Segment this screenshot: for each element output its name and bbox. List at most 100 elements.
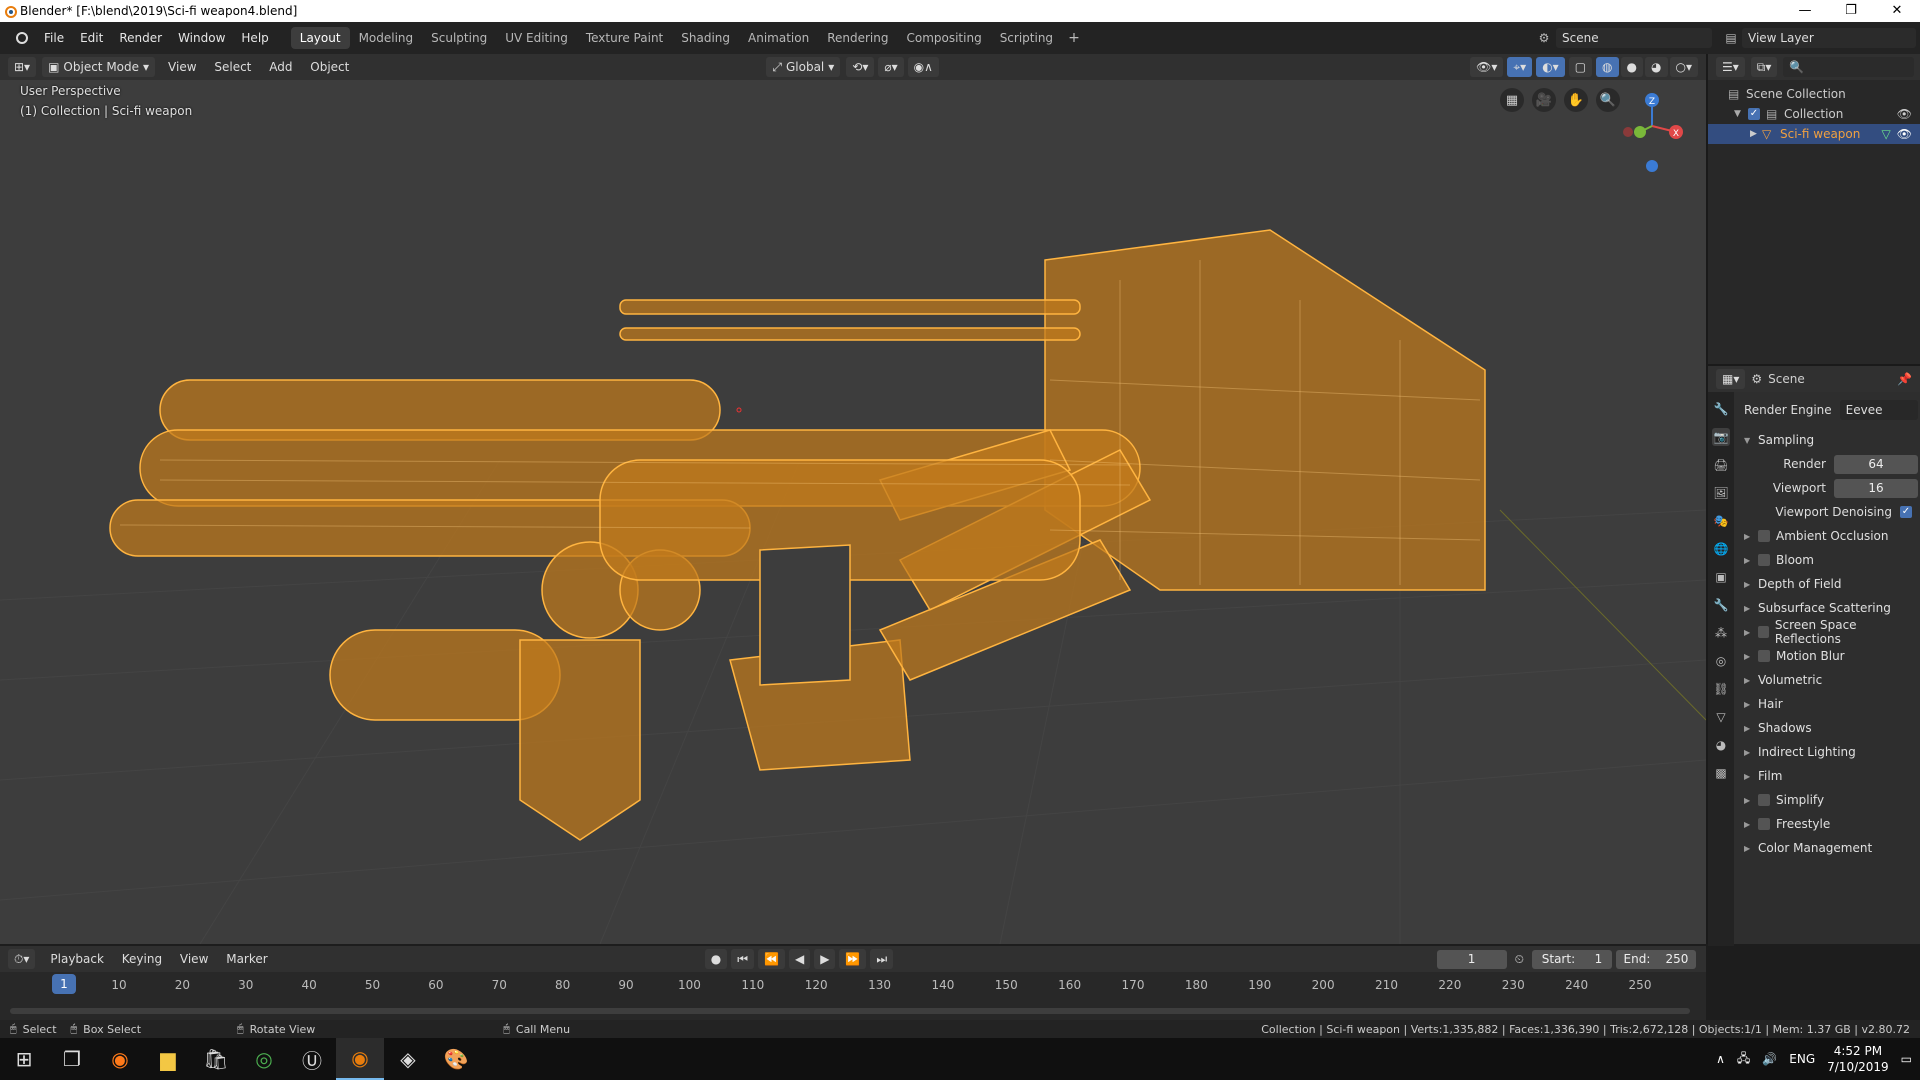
play-icon[interactable]: ▶ bbox=[814, 949, 836, 969]
blender-menu-icon[interactable] bbox=[6, 30, 36, 47]
clock-icon[interactable]: ⏲ bbox=[1515, 952, 1524, 967]
view-layer-tab-icon[interactable]: 🖼 bbox=[1712, 484, 1730, 502]
panel-header[interactable]: ▶ Color Management bbox=[1740, 836, 1918, 860]
timeline-area[interactable]: 1102030405060708090100110120130140150160… bbox=[0, 972, 1706, 1020]
render-samples-field[interactable]: 64 bbox=[1834, 454, 1918, 474]
properties-editor-icon[interactable]: ▦▾ bbox=[1716, 369, 1746, 389]
tool-tab-icon[interactable]: 🔧 bbox=[1712, 400, 1730, 418]
timeline-editor-icon[interactable]: ⏱▾ bbox=[8, 949, 36, 969]
outliner-row-sci-fi-weapon[interactable]: ▶ ▽ Sci-fi weapon ▽ 👁 bbox=[1708, 124, 1920, 144]
outliner-search-input[interactable]: 🔍 bbox=[1783, 57, 1914, 77]
world-tab-icon[interactable]: 🌐 bbox=[1712, 540, 1730, 558]
add-workspace-button[interactable]: + bbox=[1068, 30, 1080, 46]
navigation-gizmo[interactable]: Z X bbox=[1612, 88, 1692, 178]
panel-enable-checkbox[interactable] bbox=[1758, 794, 1770, 806]
gizmo-toggle-icon[interactable]: ⌖▾ bbox=[1507, 57, 1533, 77]
object-data-tab-icon[interactable]: ▽ bbox=[1712, 708, 1730, 726]
menu-render[interactable]: Render bbox=[111, 31, 170, 45]
paint-app-icon[interactable]: 🎨 bbox=[432, 1038, 480, 1080]
maximize-button[interactable]: ❐ bbox=[1828, 0, 1874, 22]
tab-layout[interactable]: Layout bbox=[290, 27, 350, 49]
mesh-data-icon[interactable]: ▽ bbox=[1882, 127, 1891, 141]
panel-enable-checkbox[interactable] bbox=[1757, 626, 1769, 638]
firefox-icon[interactable]: ◉ bbox=[96, 1038, 144, 1080]
menu-select[interactable]: Select bbox=[207, 60, 258, 74]
menu-timeline-view[interactable]: View bbox=[173, 952, 215, 966]
material-tab-icon[interactable]: ◕ bbox=[1712, 736, 1730, 754]
collection-checkbox[interactable]: ✓ bbox=[1748, 108, 1760, 120]
store-icon[interactable]: 🛍 bbox=[192, 1038, 240, 1080]
pivot-icon[interactable]: ⟲▾ bbox=[846, 57, 875, 77]
panel-header[interactable]: ▶ Freestyle bbox=[1740, 812, 1918, 836]
close-button[interactable]: ✕ bbox=[1874, 0, 1920, 22]
orientation-selector[interactable]: ⤢ Global ▾ bbox=[766, 57, 841, 77]
texture-tab-icon[interactable]: ▩ bbox=[1712, 764, 1730, 782]
expand-arrow-icon[interactable]: ▶ bbox=[1750, 129, 1762, 139]
3d-viewport[interactable]: User Perspective (1) Collection | Sci-fi… bbox=[0, 80, 1706, 944]
tab-rendering[interactable]: Rendering bbox=[818, 27, 897, 49]
panel-enable-checkbox[interactable] bbox=[1758, 530, 1770, 542]
blender-taskbar-icon[interactable]: ◉ bbox=[336, 1038, 384, 1080]
expand-arrow-icon[interactable]: ▼ bbox=[1734, 109, 1748, 119]
current-frame-field[interactable]: 1 bbox=[1436, 949, 1507, 969]
overlay-toggle-icon[interactable]: ◐▾ bbox=[1536, 57, 1565, 77]
record-icon[interactable]: ● bbox=[704, 949, 728, 969]
outliner-row-collection[interactable]: ▼ ✓ ▤ Collection 👁 bbox=[1708, 104, 1920, 124]
outliner-editor-icon[interactable]: ☰▾ bbox=[1716, 57, 1745, 77]
render-tab-icon[interactable]: 📷 bbox=[1712, 428, 1730, 446]
file-explorer-icon[interactable]: ▆ bbox=[144, 1038, 192, 1080]
camera-view-icon[interactable]: 🎥 bbox=[1532, 88, 1556, 112]
network-icon[interactable]: 🖧 bbox=[1737, 1049, 1750, 1070]
panel-enable-checkbox[interactable] bbox=[1758, 650, 1770, 662]
rendered-shading-icon[interactable]: ○▾ bbox=[1669, 57, 1698, 77]
tab-modeling[interactable]: Modeling bbox=[350, 27, 423, 49]
menu-edit[interactable]: Edit bbox=[72, 31, 111, 45]
prev-keyframe-icon[interactable]: ⏪ bbox=[758, 949, 785, 969]
eye-icon[interactable]: 👁 bbox=[1897, 127, 1912, 141]
render-engine-dropdown[interactable]: Eevee bbox=[1839, 400, 1918, 420]
editor-type-icon[interactable]: ⊞▾ bbox=[8, 57, 37, 77]
unreal-engine-icon[interactable]: Ⓤ bbox=[288, 1038, 336, 1080]
panel-header[interactable]: ▶ Ambient Occlusion bbox=[1740, 524, 1918, 548]
panel-header[interactable]: ▶ Hair bbox=[1740, 692, 1918, 716]
panel-header[interactable]: ▶ Film bbox=[1740, 764, 1918, 788]
chrome-icon[interactable]: ◎ bbox=[240, 1038, 288, 1080]
sci-fi-weapon-wireframe[interactable] bbox=[0, 80, 1706, 944]
menu-keying[interactable]: Keying bbox=[115, 952, 169, 966]
panel-header[interactable]: ▶ Shadows bbox=[1740, 716, 1918, 740]
output-tab-icon[interactable]: 🖨 bbox=[1712, 456, 1730, 474]
menu-help[interactable]: Help bbox=[233, 31, 276, 45]
physics-tab-icon[interactable]: ◎ bbox=[1712, 652, 1730, 670]
xray-icon[interactable]: ▢ bbox=[1568, 57, 1593, 77]
menu-view[interactable]: View bbox=[161, 60, 203, 74]
eye-icon[interactable]: 👁 bbox=[1897, 107, 1912, 121]
system-clock[interactable]: 4:52 PM 7/10/2019 bbox=[1827, 1043, 1889, 1075]
panel-header[interactable]: ▶ Volumetric bbox=[1740, 668, 1918, 692]
pin-icon[interactable]: 📌 bbox=[1897, 372, 1912, 386]
wireframe-shading-icon[interactable]: ◍ bbox=[1596, 57, 1619, 77]
constraints-tab-icon[interactable]: ⛓ bbox=[1712, 680, 1730, 698]
menu-window[interactable]: Window bbox=[170, 31, 233, 45]
scene-tab-icon[interactable]: 🎭 bbox=[1712, 512, 1730, 530]
tab-animation[interactable]: Animation bbox=[739, 27, 818, 49]
panel-header[interactable]: ▶ Simplify bbox=[1740, 788, 1918, 812]
panel-header[interactable]: ▶ Indirect Lighting bbox=[1740, 740, 1918, 764]
modifier-tab-icon[interactable]: 🔧 bbox=[1712, 596, 1730, 614]
menu-add[interactable]: Add bbox=[262, 60, 299, 74]
object-tab-icon[interactable]: ▣ bbox=[1712, 568, 1730, 586]
panel-enable-checkbox[interactable] bbox=[1758, 554, 1770, 566]
menu-marker[interactable]: Marker bbox=[219, 952, 274, 966]
outliner-row-scene-collection[interactable]: ▤ Scene Collection bbox=[1708, 84, 1920, 104]
jump-start-icon[interactable]: ⏮ bbox=[731, 949, 754, 969]
menu-playback[interactable]: Playback bbox=[43, 952, 111, 966]
tray-expand-icon[interactable]: ∧ bbox=[1716, 1052, 1725, 1066]
windows-start-icon[interactable]: ⊞ bbox=[0, 1038, 48, 1080]
tab-scripting[interactable]: Scripting bbox=[991, 27, 1062, 49]
panel-header[interactable]: ▶ Bloom bbox=[1740, 548, 1918, 572]
menu-file[interactable]: File bbox=[36, 31, 72, 45]
scene-selector[interactable]: Scene bbox=[1556, 28, 1712, 48]
minimize-button[interactable]: — bbox=[1782, 0, 1828, 22]
viewport-denoising-checkbox[interactable]: ✓ bbox=[1900, 506, 1912, 518]
material-shading-icon[interactable]: ◕ bbox=[1645, 57, 1668, 77]
visibility-icon[interactable]: 👁▾ bbox=[1470, 57, 1504, 77]
